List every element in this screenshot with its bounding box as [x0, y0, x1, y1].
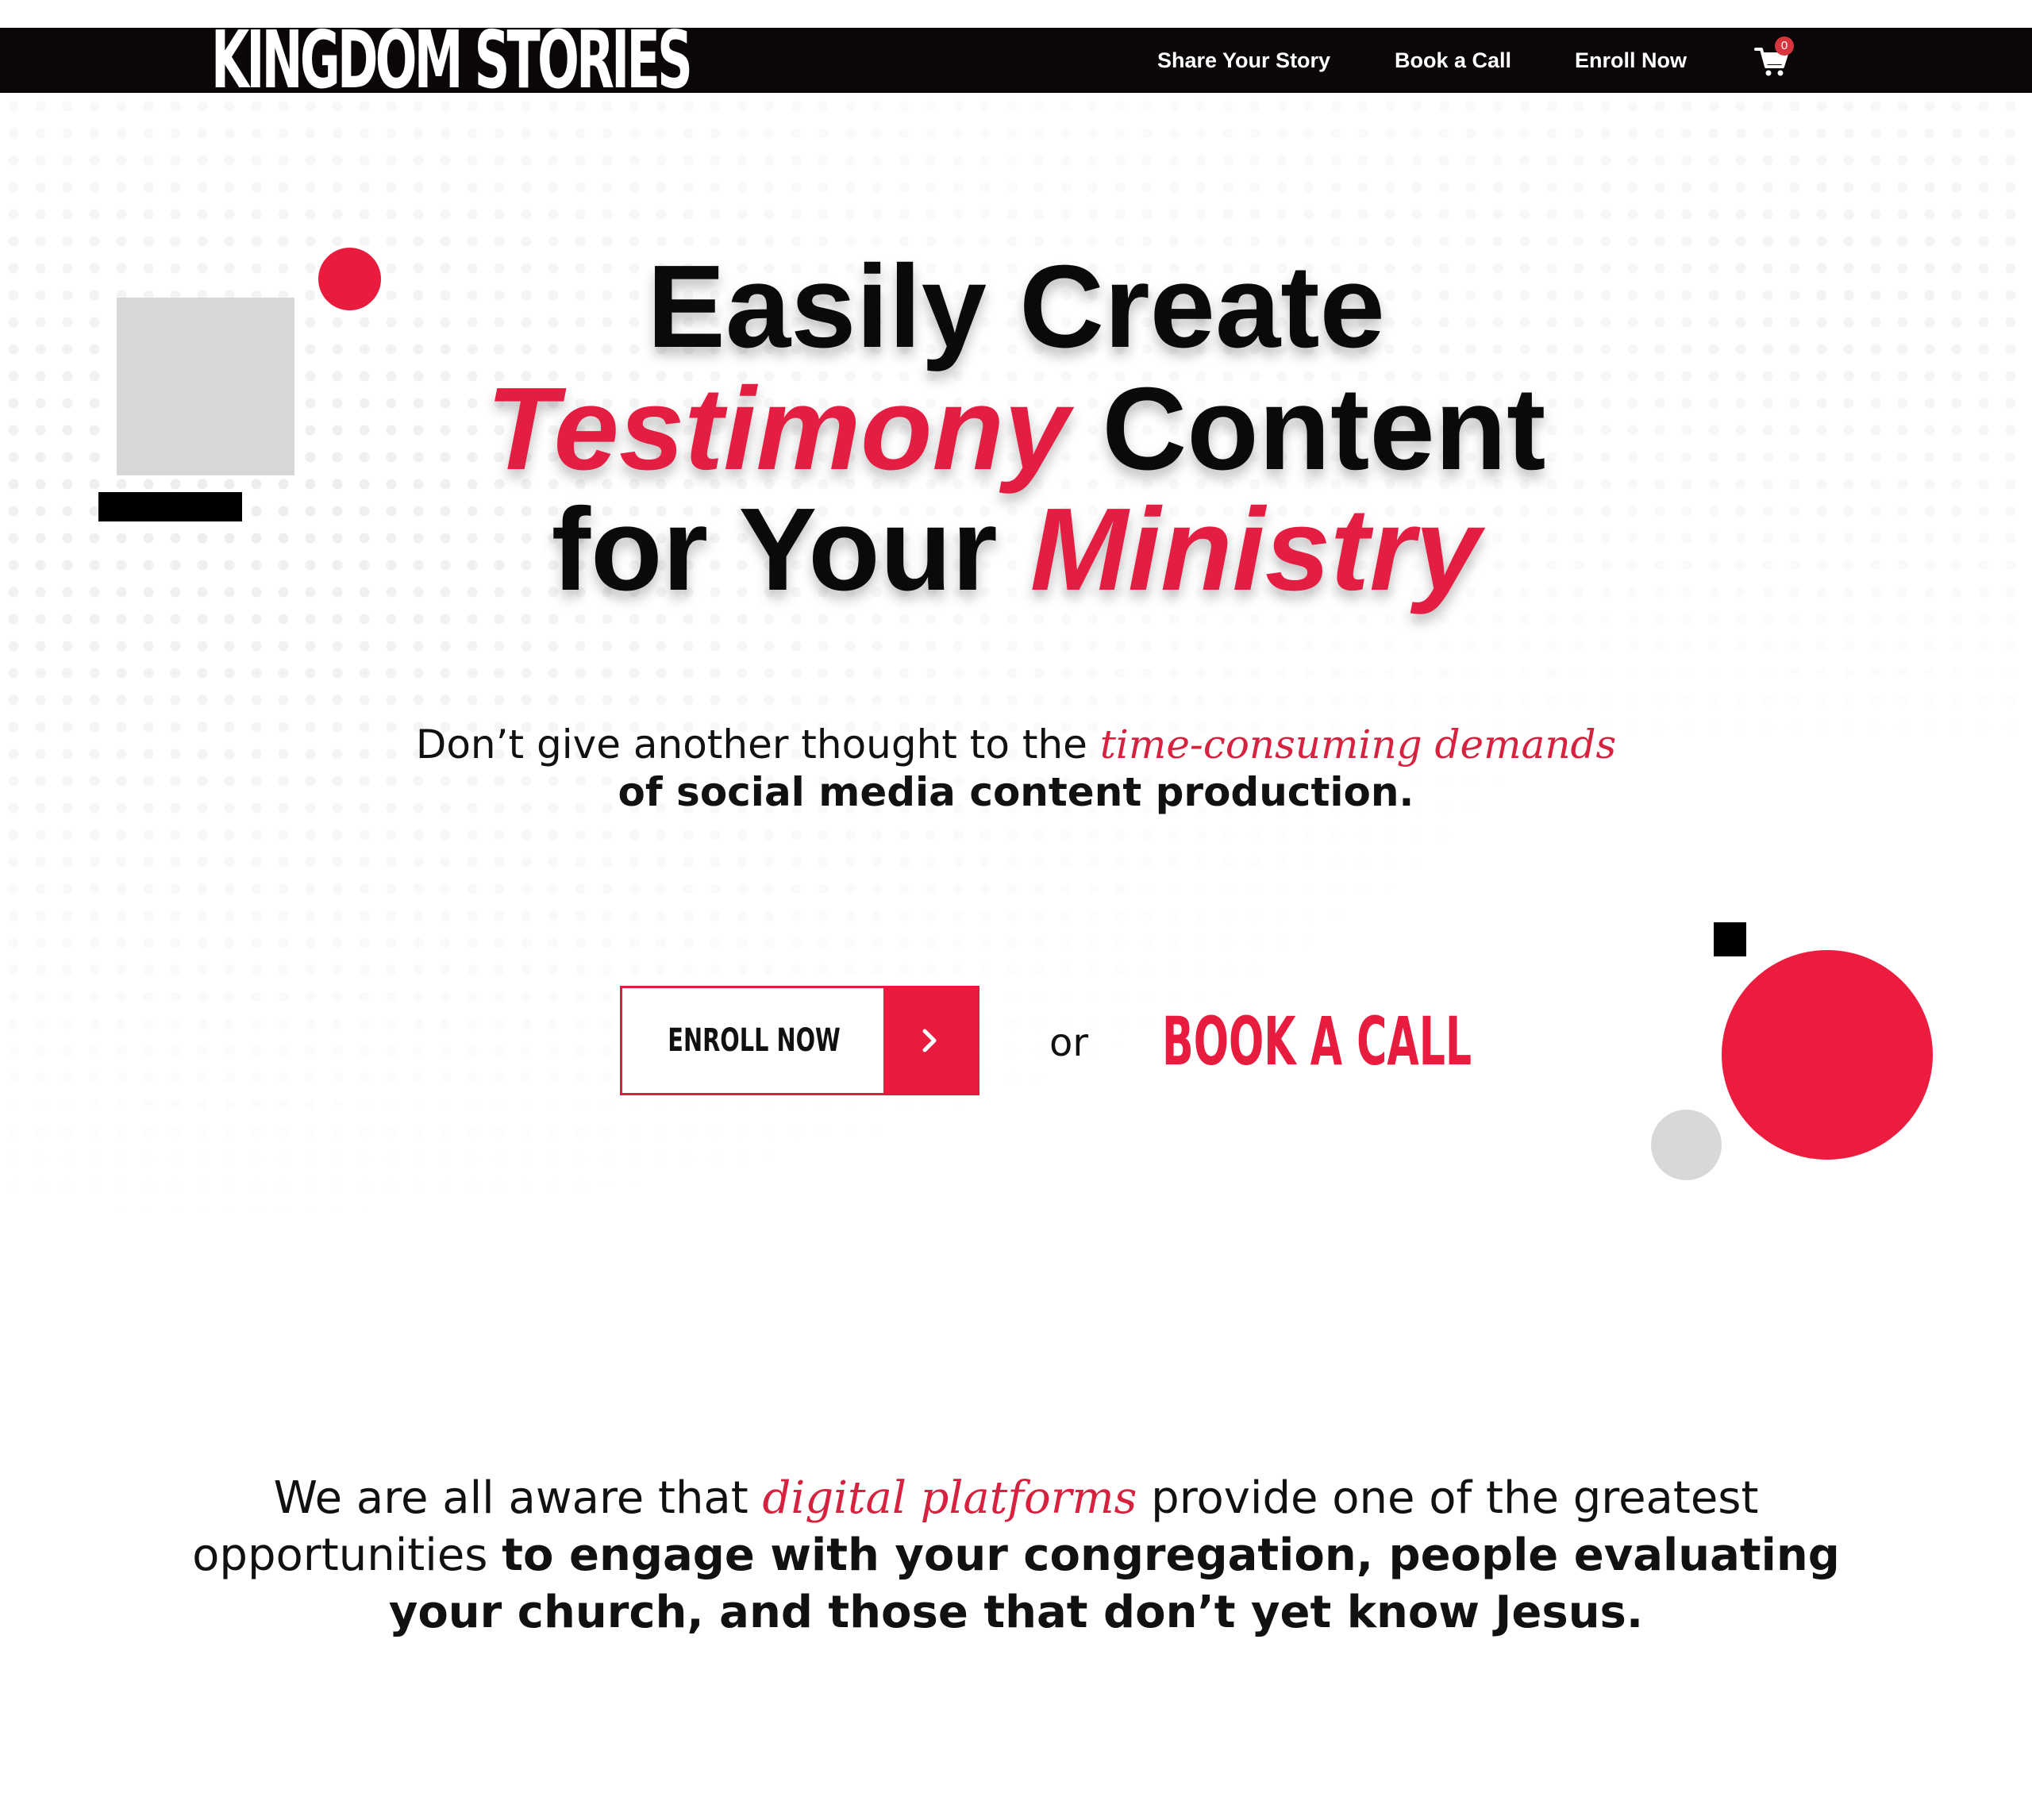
subheadline-text: Don’t give another thought to the	[415, 721, 1087, 768]
book-a-call-link[interactable]: BOOK A CALL	[1162, 1002, 1472, 1081]
headline-text-for-your: for Your	[551, 484, 998, 615]
headline-accent-testimony: Testimony	[486, 364, 1070, 494]
decor-black-square	[1714, 922, 1746, 956]
enroll-now-button[interactable]: ENROLL NOW	[620, 986, 979, 1095]
nav-book-a-call[interactable]: Book a Call	[1395, 28, 1511, 93]
subheadline-accent: time-consuming demands	[1099, 721, 1617, 768]
nav-share-your-story[interactable]: Share Your Story	[1157, 28, 1330, 93]
decor-grey-circle	[1651, 1110, 1722, 1180]
or-separator: or	[1049, 1021, 1089, 1065]
enroll-now-label: ENROLL NOW	[668, 1022, 841, 1059]
intro-text-start: We are all aware that	[273, 1472, 749, 1524]
hero-subheadline-line-2: of social media content production.	[618, 769, 1414, 815]
intro-text-bold: to engage with your congregation, people…	[502, 1529, 1840, 1581]
intro-text-opportunities: opportunities	[192, 1529, 488, 1581]
cart-count-badge: 0	[1775, 37, 1794, 56]
chevron-right-icon	[883, 988, 977, 1093]
nav-enroll-now[interactable]: Enroll Now	[1575, 28, 1687, 93]
intro-line-2: opportunities to engage with your congre…	[0, 1527, 2032, 1584]
intro-accent: digital platforms	[762, 1472, 1137, 1524]
headline-accent-ministry: Ministry	[1029, 484, 1481, 615]
hero-headline-line-2: Testimony Content	[0, 370, 2032, 489]
intro-line-3: your church, and those that don’t yet kn…	[388, 1587, 1644, 1638]
hero-headline-line-1: Easily Create	[647, 241, 1385, 372]
decor-red-circle	[1722, 950, 1933, 1160]
hero-subheadline-line-1: Don’t give another thought to the time-c…	[0, 719, 2032, 770]
hero-headline-line-3: for Your Ministry	[0, 491, 2032, 610]
headline-text-content: Content	[1102, 364, 1546, 494]
intro-text-end: provide one of the greatest	[1151, 1472, 1759, 1524]
site-logo[interactable]: KINGDOM STORIES	[211, 21, 693, 100]
intro-line-1: We are all aware that digital platforms …	[0, 1470, 2032, 1527]
